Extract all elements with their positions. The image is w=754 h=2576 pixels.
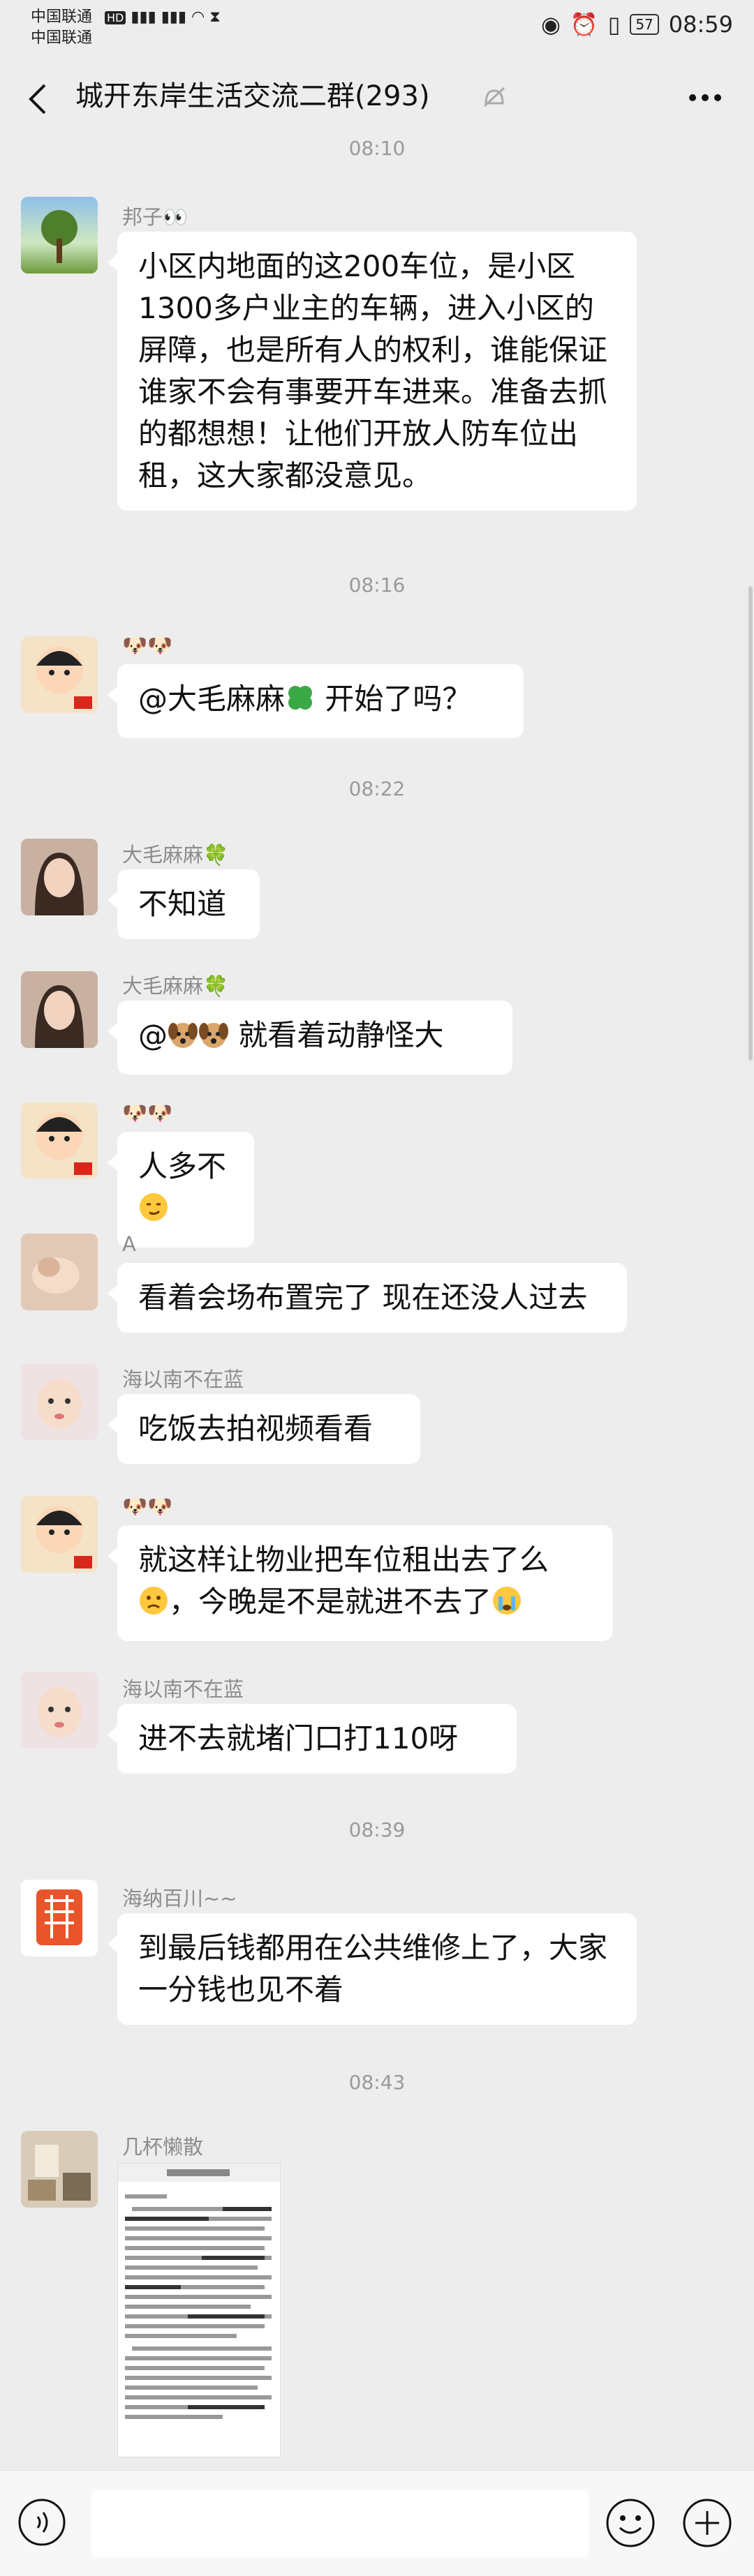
avatar[interactable]	[21, 1102, 98, 1179]
status-bar: 中国联通 中国联通 HD ▮▮▮ ▮▮▮ ◠ ⧗ ◉ ⏰ ▯ 57 08:59	[0, 0, 754, 50]
room-photo-avatar-image	[21, 2131, 98, 2208]
timestamp: 08:22	[348, 777, 406, 800]
battery-indicator: 57	[630, 14, 659, 35]
wifi-icon: ◠	[191, 8, 205, 26]
mention-text: @大毛麻麻	[138, 682, 286, 716]
dog-emoji-icon	[168, 1019, 198, 1061]
hd-icon: HD	[105, 11, 126, 24]
cartoon-avatar-image	[36, 1506, 92, 1568]
message-bubble[interactable]: 不知道	[108, 869, 260, 939]
more-dots-icon	[689, 94, 721, 101]
signal-icons: HD ▮▮▮ ▮▮▮ ◠ ⧗	[105, 8, 221, 26]
sad-emoji-icon	[138, 1585, 169, 1627]
avatar[interactable]	[21, 1234, 98, 1310]
voice-icon	[18, 2499, 66, 2546]
message-line: 就这样让物业把车位租出去了么	[138, 1543, 549, 1577]
woman-photo-avatar-image	[21, 839, 98, 915]
dog-emoji-icon	[198, 1019, 229, 1061]
carrier-label-2: 中国联通	[31, 29, 93, 47]
tree-avatar-image	[41, 210, 77, 263]
sender-name: 几杯懒散	[122, 2135, 204, 2159]
sender-name: 海以南不在蓝	[122, 1677, 244, 1701]
sender-name: 🐶🐶	[122, 634, 173, 657]
woman-photo-avatar-image	[21, 971, 98, 1048]
message-bubble[interactable]: 小区内地面的这200车位，是小区1300多户业主的车辆，进入小区的屏障，也是所有…	[108, 232, 637, 511]
chat-header: 城开东岸生活交流二群(293)	[0, 59, 754, 137]
avatar[interactable]	[21, 197, 98, 274]
timestamp: 08:43	[348, 2071, 406, 2094]
clock: 08:59	[668, 11, 733, 38]
clover-emoji-icon	[285, 682, 316, 724]
message-bubble[interactable]: 看着会场布置完了 现在还没人过去	[108, 1263, 627, 1333]
timestamp: 08:10	[348, 137, 406, 160]
more-functions-button[interactable]	[681, 2497, 733, 2549]
cartoon-avatar-image	[36, 646, 92, 709]
sender-name: 海以南不在蓝	[122, 1368, 244, 1391]
avatar[interactable]	[21, 1672, 98, 1748]
sender-name: 海纳百川~~	[122, 1887, 237, 1910]
signal-icon: ▮▮▮	[161, 8, 187, 26]
sender-name: A	[122, 1232, 136, 1256]
hourglass-icon: ⧗	[209, 8, 221, 26]
seal-logo-avatar-image	[21, 1880, 98, 1956]
message-bubble[interactable]: 吃饭去拍视频看看	[108, 1394, 420, 1464]
plus-icon	[683, 2499, 732, 2547]
avatar[interactable]	[21, 1496, 98, 1573]
message-line-2: ，今晚是不是就进不去了	[138, 1581, 592, 1627]
message-text: ，今晚是不是就进不去了	[169, 1585, 492, 1619]
avatar[interactable]	[21, 1880, 98, 1956]
avatar[interactable]	[21, 2131, 98, 2208]
avatar[interactable]	[21, 636, 98, 713]
message-input[interactable]	[91, 2490, 589, 2557]
message-bubble[interactable]: @大毛麻麻 开始了吗？	[108, 664, 524, 738]
back-button[interactable]	[21, 78, 56, 120]
timestamp: 08:16	[348, 574, 406, 597]
input-bar	[0, 2470, 754, 2576]
message-bubble[interactable]: 到最后钱都用在公共维修上了，大家一分钱也见不着	[108, 1913, 637, 2025]
document-image-preview	[118, 2164, 280, 2457]
back-arrow-icon	[29, 84, 46, 114]
message-text: 开始了吗？	[316, 682, 472, 716]
image-message-document-screenshot[interactable]	[117, 2163, 281, 2457]
chat-title: 城开东岸生活交流二群(293)	[75, 80, 430, 112]
message-text: 就看着动静怪大	[229, 1018, 444, 1052]
sender-name: 大毛麻麻🍀	[122, 974, 229, 998]
smiley-icon	[606, 2499, 655, 2547]
avatar[interactable]	[21, 1363, 98, 1440]
message-bubble[interactable]: @ 就看着动静怪大	[108, 1001, 512, 1074]
message-bubble[interactable]: 就这样让物业把车位租出去了么 ，今晚是不是就进不去了	[108, 1525, 613, 1641]
avatar[interactable]	[21, 971, 98, 1048]
avatar[interactable]	[21, 839, 98, 915]
signal-icon: ▮▮▮	[131, 8, 156, 26]
carrier-label-1: 中国联通	[31, 8, 93, 26]
muted-bell-icon	[479, 82, 510, 113]
timestamp: 08:39	[348, 1818, 406, 1841]
voice-input-button[interactable]	[17, 2497, 67, 2547]
mention-text: @	[138, 1018, 168, 1052]
smirk-emoji-icon	[138, 1192, 169, 1234]
baby-photo-avatar-image	[21, 1672, 98, 1748]
scrollbar[interactable]	[748, 586, 753, 1061]
emoji-button[interactable]	[605, 2497, 656, 2549]
sender-name: 邦子👀	[122, 205, 188, 229]
sender-name: 🐶🐶	[122, 1495, 173, 1518]
more-options-button[interactable]	[684, 84, 726, 112]
baby-photo-avatar-image	[21, 1234, 98, 1310]
message-bubble[interactable]: 进不去就堵门口打110呀	[108, 1704, 517, 1774]
message-bubble[interactable]: 人多不	[108, 1132, 254, 1248]
sender-name: 大毛麻麻🍀	[122, 843, 229, 867]
alarm-icon: ⏰	[570, 11, 598, 38]
crying-emoji-icon	[491, 1585, 522, 1627]
cartoon-avatar-image	[36, 1112, 92, 1175]
message-text: 人多不	[138, 1149, 227, 1183]
eye-icon: ◉	[540, 11, 561, 38]
vibrate-icon: ▯	[607, 11, 621, 38]
baby-photo-avatar-image	[21, 1363, 98, 1440]
sender-name: 🐶🐶	[122, 1101, 173, 1125]
